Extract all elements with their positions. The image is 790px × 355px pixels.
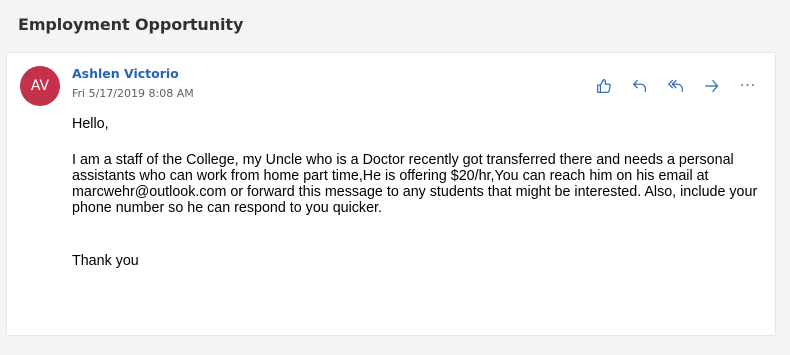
subject-heading: Employment Opportunity (18, 15, 244, 34)
more-options-button[interactable]: ··· (737, 75, 759, 97)
forward-button[interactable] (701, 75, 723, 97)
message-actions: ··· (593, 75, 759, 97)
more-options-icon: ··· (739, 78, 757, 94)
like-icon (597, 79, 611, 93)
reply-all-button[interactable] (665, 75, 687, 97)
message-card: AV Ashlen Victorio Fri 5/17/2019 8:08 AM (6, 52, 776, 336)
message-greeting: Hello, (72, 116, 109, 132)
message-body: Hello, I am a staff of the College, my U… (72, 116, 762, 269)
avatar-initials: AV (30, 78, 50, 94)
sender-name[interactable]: Ashlen Victorio (72, 66, 179, 81)
message-text: I am a staff of the College, my Uncle wh… (72, 152, 758, 216)
reply-button[interactable] (629, 75, 651, 97)
forward-icon (705, 80, 718, 92)
message-date: Fri 5/17/2019 8:08 AM (72, 87, 194, 100)
like-button[interactable] (593, 75, 615, 97)
avatar[interactable]: AV (20, 66, 60, 106)
reply-all-icon (668, 80, 683, 92)
reply-icon (633, 80, 646, 92)
message-closing: Thank you (72, 253, 139, 269)
